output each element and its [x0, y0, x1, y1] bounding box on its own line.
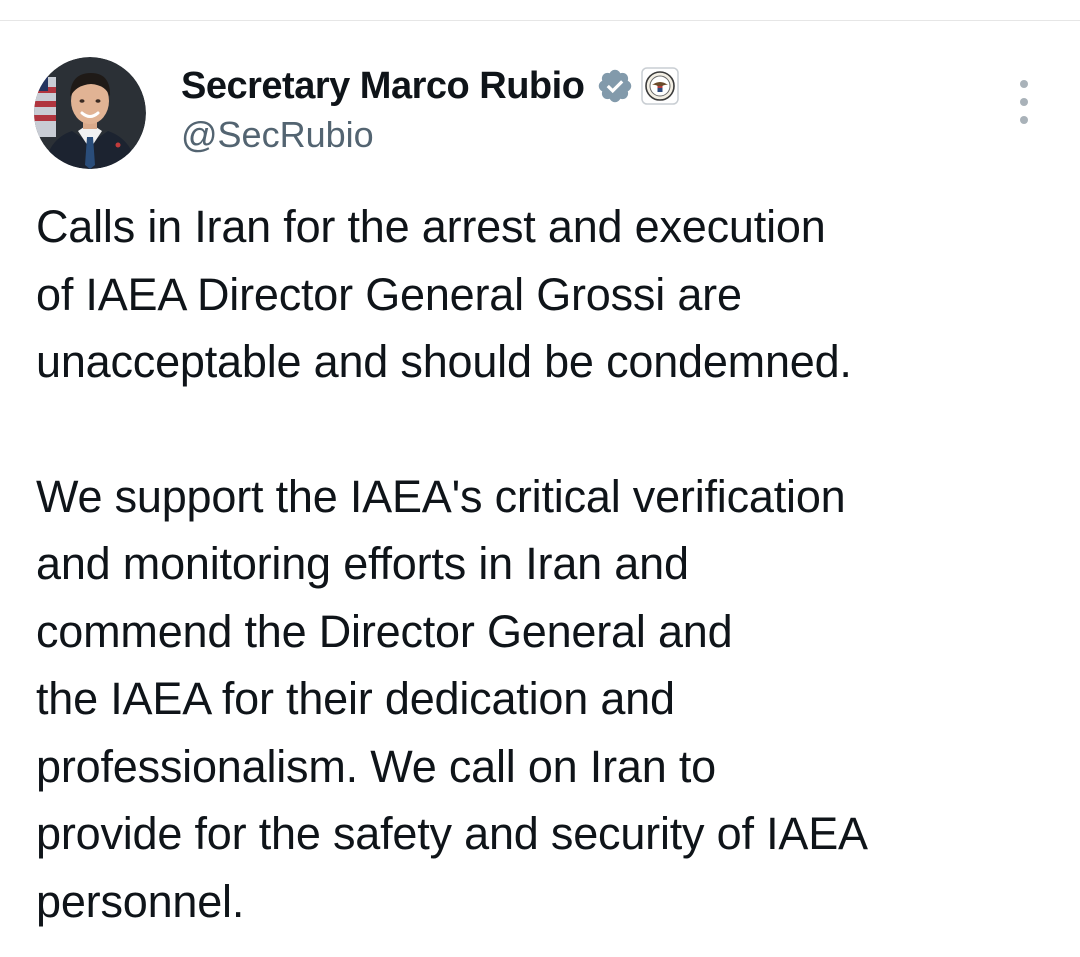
tweet-line: We support the IAEA's critical verificat… — [36, 470, 846, 522]
top-divider — [0, 20, 1080, 21]
more-dot — [1020, 116, 1028, 124]
tweet-paragraph-1: Calls in Iran for the arrest and executi… — [36, 193, 1056, 396]
more-options-icon[interactable] — [1010, 80, 1038, 124]
tweet-line: unacceptable and should be condemned. — [36, 336, 852, 387]
more-dot — [1020, 98, 1028, 106]
tweet-line: Calls in Iran for the arrest and executi… — [36, 201, 826, 252]
avatar[interactable] — [34, 57, 146, 169]
tweet-paragraph-2: We support the IAEA's critical verificat… — [36, 463, 1056, 936]
avatar-photo — [34, 57, 146, 169]
more-dot — [1020, 80, 1028, 88]
handle[interactable]: @SecRubio — [181, 112, 679, 158]
tweet-text: Calls in Iran for the arrest and executi… — [36, 193, 1056, 935]
tweet-line: of IAEA Director General Grossi are — [36, 268, 742, 320]
author-header: Secretary Marco Rubio @SecRubio — [181, 60, 680, 158]
tweet-line: provide for the safety and security of I… — [36, 808, 868, 859]
display-name[interactable]: Secretary Marco Rubio — [181, 65, 585, 108]
tweet-line: commend the Director General and — [36, 605, 733, 657]
tweet-line: and monitoring efforts in Iran and — [36, 538, 689, 589]
name-row: Secretary Marco Rubio — [181, 60, 680, 112]
government-seal-icon[interactable] — [641, 67, 680, 105]
tweet-line: personnel. — [36, 875, 245, 927]
tweet-line: professionalism. We call on Iran to — [36, 740, 716, 792]
tweet-card: Secretary Marco Rubio @SecRubio Calls in… — [0, 0, 1080, 957]
verified-badge-icon[interactable] — [596, 67, 634, 105]
tweet-line: the IAEA for their dedication and — [36, 673, 675, 724]
